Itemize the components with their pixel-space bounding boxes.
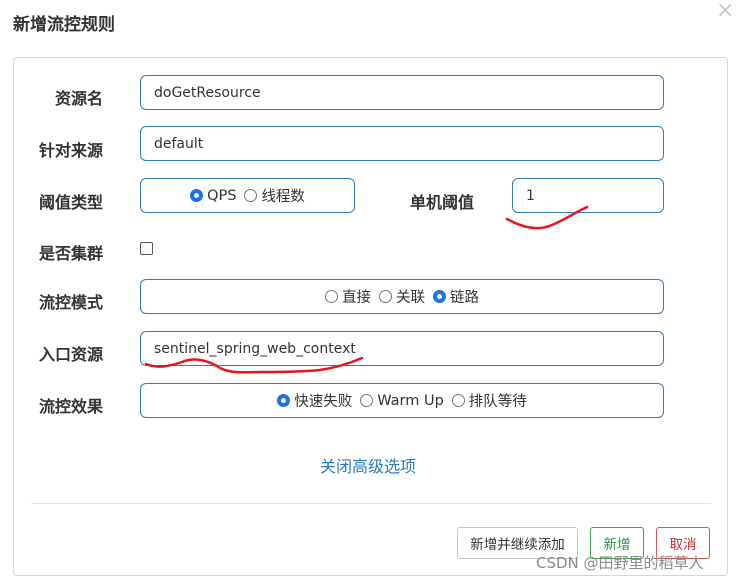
radio-direct-label: 直接 bbox=[342, 290, 371, 306]
threshold-type-label: 阈值类型 bbox=[39, 193, 104, 212]
cluster-checkbox[interactable] bbox=[140, 242, 153, 255]
radio-relate[interactable]: 关联 bbox=[379, 286, 425, 307]
effect-label: 流控效果 bbox=[39, 397, 104, 416]
footer-divider bbox=[31, 503, 711, 504]
radio-unchecked-icon bbox=[379, 290, 392, 303]
radio-queue-label: 排队等待 bbox=[468, 394, 527, 410]
radio-warm-up-label: Warm Up bbox=[377, 392, 444, 409]
close-icon[interactable]: × bbox=[716, 0, 734, 22]
form-panel: 资源名 doGetResource 针对来源 default 阈值类型 QPS … bbox=[13, 57, 728, 576]
radio-fast-fail[interactable]: 快速失败 bbox=[277, 390, 352, 411]
single-threshold-input[interactable]: 1 bbox=[512, 178, 664, 213]
radio-direct[interactable]: 直接 bbox=[325, 286, 371, 307]
radio-unchecked-icon bbox=[451, 394, 465, 407]
mode-radio-group: 直接 关联 链路 bbox=[140, 279, 664, 314]
source-input[interactable]: default bbox=[140, 126, 664, 161]
radio-fast-fail-label: 快速失败 bbox=[294, 394, 353, 410]
radio-checked-icon bbox=[433, 290, 446, 303]
entry-resource-label: 入口资源 bbox=[39, 345, 104, 364]
radio-relate-label: 关联 bbox=[396, 290, 425, 306]
source-label: 针对来源 bbox=[39, 141, 104, 160]
radio-qps[interactable]: QPS bbox=[190, 188, 236, 204]
effect-radio-group: 快速失败 Warm Up 排队等待 bbox=[140, 383, 664, 418]
dialog-title: 新增流控规则 bbox=[13, 15, 115, 35]
radio-unchecked-icon bbox=[325, 290, 338, 303]
resource-label: 资源名 bbox=[55, 89, 104, 108]
single-threshold-label: 单机阈值 bbox=[410, 193, 475, 212]
radio-qps-label: QPS bbox=[207, 187, 237, 204]
csdn-watermark: CSDN @田野里的稻草人 bbox=[536, 554, 704, 572]
radio-checked-icon bbox=[277, 394, 291, 407]
resource-input[interactable]: doGetResource bbox=[140, 75, 664, 110]
advanced-options-toggle[interactable]: 关闭高级选项 bbox=[320, 453, 416, 477]
cluster-label: 是否集群 bbox=[39, 244, 104, 263]
radio-thread-count[interactable]: 线程数 bbox=[244, 185, 305, 206]
radio-warm-up[interactable]: Warm Up bbox=[360, 393, 444, 409]
radio-checked-icon bbox=[190, 189, 204, 202]
threshold-type-radio-group: QPS 线程数 bbox=[140, 178, 355, 213]
radio-queue[interactable]: 排队等待 bbox=[451, 390, 527, 411]
radio-unchecked-icon bbox=[360, 394, 374, 407]
radio-unchecked-icon bbox=[244, 189, 258, 202]
radio-thread-count-label: 线程数 bbox=[261, 189, 305, 205]
radio-chain[interactable]: 链路 bbox=[433, 286, 479, 307]
mode-label: 流控模式 bbox=[39, 293, 104, 312]
entry-resource-input[interactable]: sentinel_spring_web_context bbox=[140, 331, 664, 366]
radio-chain-label: 链路 bbox=[450, 290, 479, 306]
